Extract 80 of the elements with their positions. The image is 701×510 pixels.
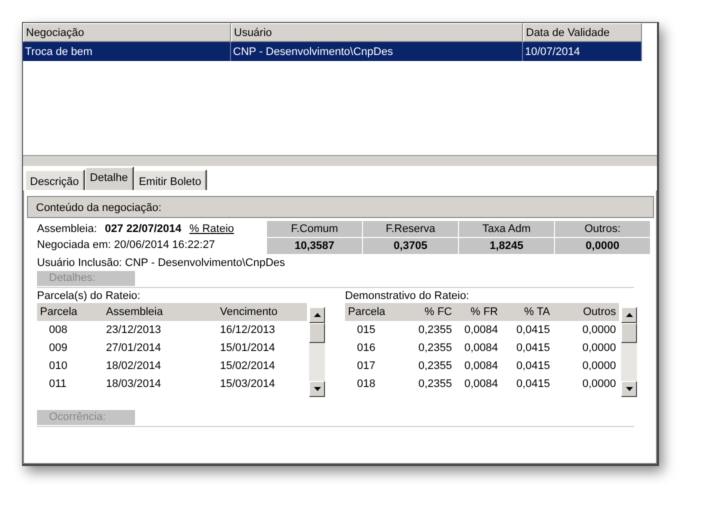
tab[interactable]: Detalhe [84, 167, 133, 191]
table-cell-text: 16/12/2013 [219, 323, 276, 338]
table-cell-text: 0,0000 [581, 377, 617, 392]
total-value: 0,0000 [555, 238, 650, 254]
table-cell-text: 27/01/2014 [105, 341, 162, 356]
total-header: F.Comum [267, 221, 362, 237]
total-header: F.Reserva [363, 221, 458, 237]
scroll-thumb[interactable] [309, 323, 325, 343]
column-header[interactable]: Data de Validade [523, 23, 642, 42]
table-title: Demonstrativo do Rateio: [345, 290, 470, 303]
table-cell-text: 009 [48, 341, 68, 356]
negociada-text: Negociada em: 20/06/2014 16:22:27 [37, 239, 215, 251]
rateio-link[interactable]: % Rateio [189, 223, 234, 235]
total-header: Outros: [555, 221, 650, 237]
table-cell-text: 018 [356, 377, 376, 392]
ocorrencia-label: Ocorrência: [37, 410, 135, 425]
table-title: Parcela(s) do Rateio: [37, 290, 142, 303]
table-cell-text: 0,0084 [463, 323, 499, 338]
table-cell-text: 0,2355 [417, 341, 453, 356]
table-cell-text: 0,0415 [515, 341, 551, 356]
scroll-thumb[interactable] [621, 323, 637, 343]
table-cell-text: 0,2355 [417, 377, 453, 392]
table-cell-text: 0,0000 [581, 323, 617, 338]
table-cell-text: 0,2355 [417, 359, 453, 374]
table-cell-text: 010 [48, 359, 68, 374]
table-cell-text: 18/02/2014 [105, 359, 162, 374]
total-value: 10,3587 [267, 238, 362, 254]
group-title: Conteúdo da negociação: [27, 196, 654, 218]
table-cell-text: 0,0415 [515, 359, 551, 374]
table-cell-text: 011 [48, 377, 68, 392]
table-cell-text: 0,0084 [463, 341, 499, 356]
total-value: 0,3705 [363, 238, 458, 254]
table-cell-text: 23/12/2013 [105, 323, 162, 338]
scroll-up-button[interactable] [309, 307, 325, 323]
table-cell-text: 017 [356, 359, 376, 374]
up-arrow-icon [314, 313, 320, 317]
column-header: Parcela [345, 303, 399, 321]
table-cell-text: 0,0084 [463, 359, 499, 374]
detalhes-label: Detalhes: [37, 271, 135, 286]
usuario-inclusao-text: Usuário Inclusão: CNP - Desenvolvimento\CnpDes [37, 257, 286, 269]
column-header[interactable]: Negociação [23, 23, 231, 42]
table-cell-text: 15/01/2014 [219, 341, 276, 356]
down-arrow-icon [314, 387, 320, 391]
assembleia-value: 027 22/07/2014 [104, 223, 182, 235]
table-cell-text: 015 [356, 323, 376, 338]
scrollbar[interactable] [309, 307, 325, 397]
scroll-down-button[interactable] [621, 381, 637, 397]
table-cell-text: 016 [356, 341, 376, 356]
table-cell-text: 15/02/2014 [219, 359, 276, 374]
table-cell-text: 0,2355 [417, 323, 453, 338]
scrollbar[interactable] [621, 307, 637, 397]
table-cell-text: 18/03/2014 [105, 377, 162, 392]
table-cell-text: 0,0415 [515, 377, 551, 392]
total-header: Taxa Adm [459, 221, 554, 237]
table-cell-text: 15/03/2014 [219, 377, 276, 392]
column-header: Assembleia [103, 303, 217, 321]
column-header: Parcela [37, 303, 103, 321]
table-cell: CNP - Desenvolvimento\CnpDes [231, 42, 523, 61]
column-header[interactable]: Usuário [231, 23, 523, 42]
table-cell-text: 0,0415 [515, 323, 551, 338]
column-header: % FC [399, 303, 455, 321]
table-cell-text: 008 [48, 323, 68, 338]
assembleia-label: Assembleia: [37, 223, 97, 235]
table-cell-text: 0,0000 [581, 359, 617, 374]
table-cell: 10/07/2014 [523, 42, 642, 61]
table-cell-text: 0,0000 [581, 341, 617, 356]
tab[interactable]: Emitir Boleto [134, 170, 206, 191]
table-row[interactable]: Troca de bem CNP - Desenvolvimento\CnpDes 10/07/2014 [23, 42, 657, 61]
column-header: % FR [455, 303, 501, 321]
table-cell: Troca de bem [23, 42, 231, 61]
column-header: Vencimento [217, 303, 307, 321]
table-cell-text: 0,0084 [463, 377, 499, 392]
column-header: Outros [553, 303, 619, 321]
scroll-down-button[interactable] [309, 381, 325, 397]
scroll-up-button[interactable] [621, 307, 637, 323]
column-header: % TA [501, 303, 553, 321]
down-arrow-icon [626, 387, 632, 391]
up-arrow-icon [626, 313, 632, 317]
tab[interactable]: Descrição [25, 170, 84, 191]
total-value: 1,8245 [459, 238, 554, 254]
